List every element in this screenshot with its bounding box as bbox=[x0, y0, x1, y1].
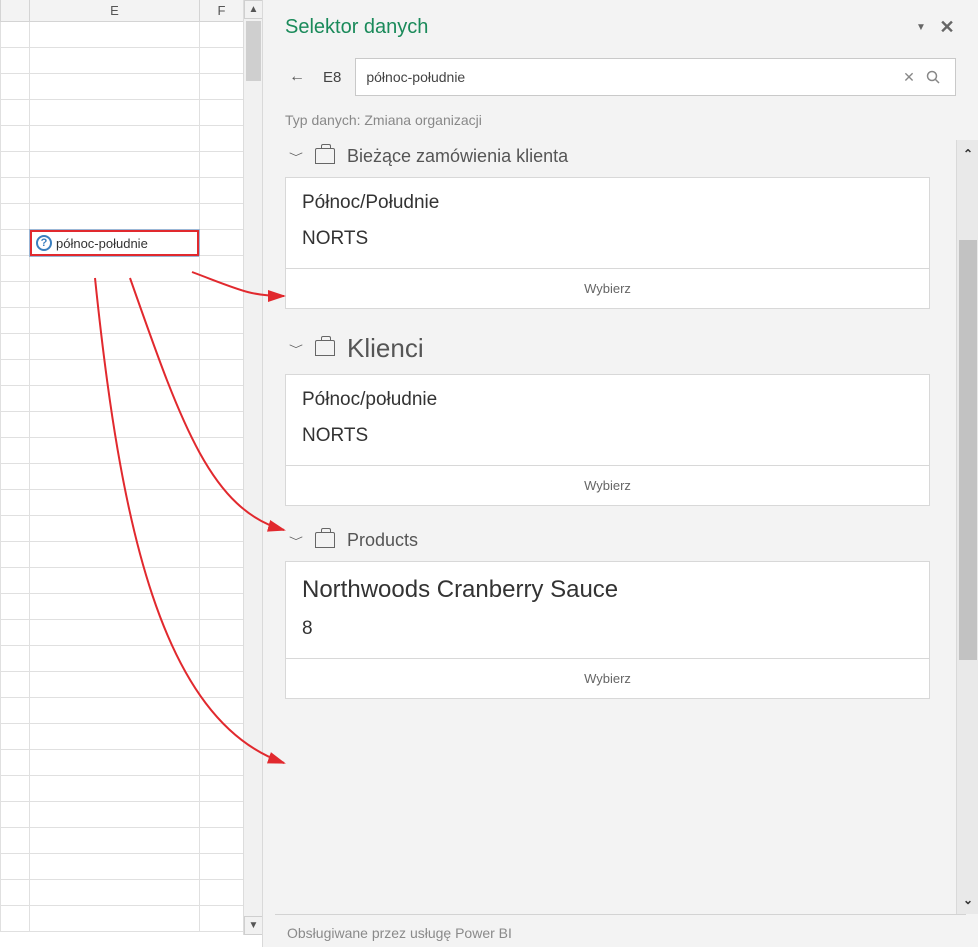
grid-row[interactable]: ? północ-południe bbox=[0, 230, 262, 256]
group-title: Products bbox=[347, 530, 418, 551]
grid-row[interactable] bbox=[0, 646, 262, 672]
results-scrollbar[interactable]: ⌃ ⌄ bbox=[956, 140, 978, 914]
result-title: Północ/Południe bbox=[302, 192, 913, 214]
chevron-down-icon: ﹀ bbox=[289, 534, 303, 548]
grid-row[interactable] bbox=[0, 100, 262, 126]
grid-row[interactable] bbox=[0, 490, 262, 516]
results-scroll-down[interactable]: ⌄ bbox=[957, 886, 978, 914]
select-button[interactable]: Wybierz bbox=[286, 465, 929, 505]
panel-options-dropdown[interactable] bbox=[908, 14, 934, 40]
grid-row[interactable] bbox=[0, 906, 262, 932]
grid-row[interactable] bbox=[0, 126, 262, 152]
grid-row[interactable] bbox=[0, 386, 262, 412]
group-header[interactable]: ﹀ Products bbox=[285, 524, 930, 561]
clear-search-icon[interactable]: ✕ bbox=[897, 69, 921, 86]
chevron-down-icon: ﹀ bbox=[289, 150, 303, 164]
result-subtitle: NORTS bbox=[302, 228, 913, 250]
group-header[interactable]: ﹀ Bieżące zamówienia klienta bbox=[285, 140, 930, 177]
search-input[interactable] bbox=[366, 69, 897, 85]
column-headers: E F bbox=[0, 0, 262, 22]
select-button[interactable]: Wybierz bbox=[286, 658, 929, 698]
briefcase-icon bbox=[315, 148, 335, 164]
group-title: Klienci bbox=[347, 333, 424, 364]
group-header[interactable]: ﹀ Klienci bbox=[285, 327, 930, 374]
result-subtitle: NORTS bbox=[302, 425, 913, 447]
grid-vertical-scrollbar[interactable]: ▲ ▼ bbox=[243, 0, 262, 935]
search-icon[interactable] bbox=[921, 70, 945, 85]
scroll-thumb[interactable] bbox=[246, 21, 261, 81]
grid-row[interactable] bbox=[0, 308, 262, 334]
grid-row[interactable] bbox=[0, 620, 262, 646]
grid-row[interactable] bbox=[0, 152, 262, 178]
briefcase-icon bbox=[315, 532, 335, 548]
data-type-label: Typ danych: Zmiana organizacji bbox=[263, 104, 978, 140]
result-card[interactable]: Północ/południe NORTS Wybierz bbox=[285, 374, 930, 506]
back-arrow-icon[interactable]: ← bbox=[285, 68, 309, 86]
grid-row[interactable] bbox=[0, 48, 262, 74]
grid-row[interactable] bbox=[0, 334, 262, 360]
grid-row[interactable] bbox=[0, 594, 262, 620]
grid-row[interactable] bbox=[0, 880, 262, 906]
annotated-cell[interactable]: ? północ-południe bbox=[30, 230, 199, 256]
cell-reference: E8 bbox=[323, 69, 341, 86]
group-title: Bieżące zamówienia klienta bbox=[347, 146, 568, 167]
scroll-down-button[interactable]: ▼ bbox=[244, 916, 263, 935]
chevron-down-icon: ﹀ bbox=[289, 342, 303, 356]
column-header-f[interactable]: F bbox=[200, 0, 244, 21]
grid-row[interactable] bbox=[0, 802, 262, 828]
result-card[interactable]: Północ/Południe NORTS Wybierz bbox=[285, 177, 930, 309]
grid-row[interactable] bbox=[0, 464, 262, 490]
grid-row[interactable] bbox=[0, 178, 262, 204]
results-scroll-thumb[interactable] bbox=[959, 240, 977, 660]
spreadsheet-grid[interactable]: E F ? północ-południe ▲ ▼ bbox=[0, 0, 262, 947]
grid-row[interactable] bbox=[0, 854, 262, 880]
grid-row[interactable] bbox=[0, 698, 262, 724]
panel-close-button[interactable]: ✕ bbox=[934, 14, 960, 40]
grid-row[interactable] bbox=[0, 516, 262, 542]
grid-row[interactable] bbox=[0, 360, 262, 386]
grid-row[interactable] bbox=[0, 750, 262, 776]
data-selector-panel: Selektor danych ✕ ← E8 ✕ Typ danych: Zmi… bbox=[262, 0, 978, 947]
grid-row[interactable] bbox=[0, 672, 262, 698]
cell-value: północ-południe bbox=[56, 236, 148, 251]
search-box[interactable]: ✕ bbox=[355, 58, 956, 96]
select-button[interactable]: Wybierz bbox=[286, 268, 929, 308]
result-group: ﹀ Products Northwoods Cranberry Sauce 8 Wybi… bbox=[285, 524, 930, 699]
grid-row[interactable] bbox=[0, 724, 262, 750]
scroll-up-button[interactable]: ▲ bbox=[244, 0, 263, 19]
row-header-gutter bbox=[0, 0, 30, 21]
panel-title: Selektor danych bbox=[285, 16, 908, 39]
briefcase-icon bbox=[315, 340, 335, 356]
grid-row[interactable] bbox=[0, 282, 262, 308]
grid-row[interactable] bbox=[0, 438, 262, 464]
grid-row[interactable] bbox=[0, 204, 262, 230]
grid-row[interactable] bbox=[0, 412, 262, 438]
grid-row[interactable] bbox=[0, 776, 262, 802]
column-header-e[interactable]: E bbox=[30, 0, 200, 21]
question-mark-icon[interactable]: ? bbox=[36, 235, 52, 251]
results-scroll-up[interactable]: ⌃ bbox=[957, 140, 978, 168]
grid-row[interactable] bbox=[0, 568, 262, 594]
grid-row[interactable] bbox=[0, 256, 262, 282]
result-card[interactable]: Northwoods Cranberry Sauce 8 Wybierz bbox=[285, 561, 930, 699]
result-group: ﹀ Bieżące zamówienia klienta Północ/Połudn… bbox=[285, 140, 930, 309]
result-title: Północ/południe bbox=[302, 389, 913, 411]
grid-row[interactable] bbox=[0, 22, 262, 48]
result-group: ﹀ Klienci Północ/południe NORTS Wybierz bbox=[285, 327, 930, 506]
result-title: Northwoods Cranberry Sauce bbox=[302, 576, 913, 604]
panel-footer: Obsługiwane przez usługę Power BI bbox=[275, 914, 966, 947]
grid-row[interactable] bbox=[0, 542, 262, 568]
grid-row[interactable] bbox=[0, 74, 262, 100]
result-subtitle: 8 bbox=[302, 618, 913, 640]
grid-row[interactable] bbox=[0, 828, 262, 854]
